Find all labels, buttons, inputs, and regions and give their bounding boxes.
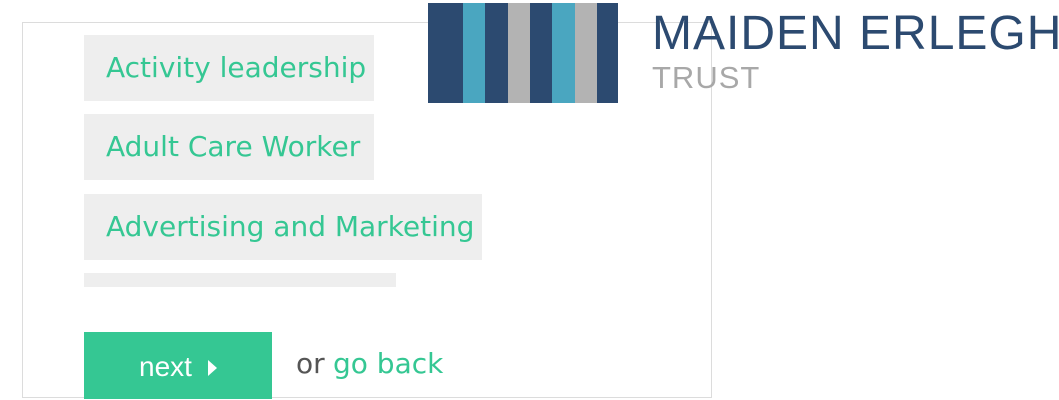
- logo-stripe: [530, 3, 552, 103]
- go-back-link[interactable]: go back: [333, 344, 443, 384]
- next-button-label: next: [139, 351, 192, 383]
- logo-stripe: [575, 3, 597, 103]
- option-activity-leadership[interactable]: Activity leadership: [84, 35, 374, 101]
- option-advertising-and-marketing[interactable]: Advertising and Marketing: [84, 194, 482, 260]
- logo-stripe: [552, 3, 575, 103]
- logo-stripes-icon: [428, 3, 618, 103]
- logo-stripe: [463, 3, 485, 103]
- logo-stripe: [485, 3, 508, 103]
- logo-stripe: [428, 3, 463, 103]
- caret-right-icon: [207, 359, 217, 376]
- next-button[interactable]: next: [84, 332, 272, 399]
- option-adult-care-worker[interactable]: Adult Care Worker: [84, 114, 374, 180]
- logo-stripe: [508, 3, 530, 103]
- logo-stripe: [597, 3, 618, 103]
- logo-title: MAIDEN ERLEGH: [652, 7, 1059, 60]
- logo-subtitle: TRUST: [652, 60, 761, 95]
- option-partial-item[interactable]: [84, 273, 396, 287]
- or-text: or: [296, 347, 325, 380]
